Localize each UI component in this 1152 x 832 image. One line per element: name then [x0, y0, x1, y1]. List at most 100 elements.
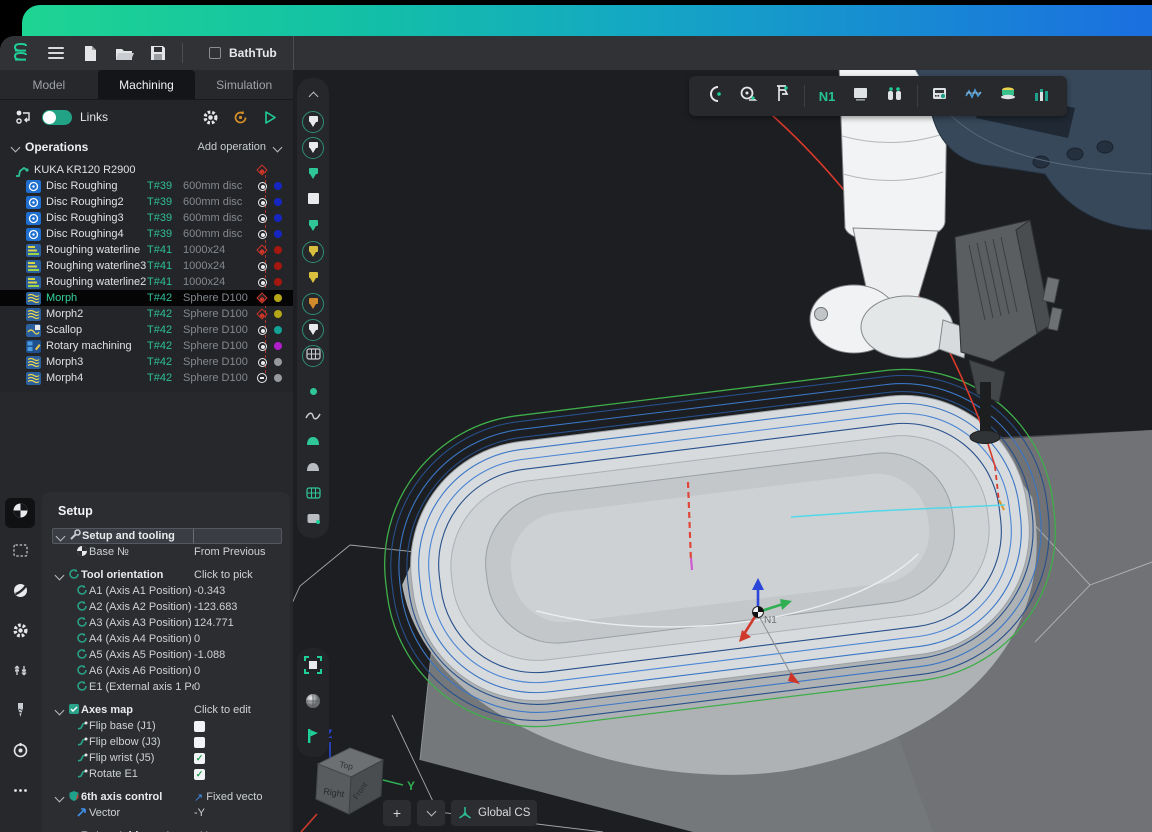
operation-status-icon[interactable]	[253, 358, 271, 367]
setup-row-rotary-table-vector[interactable]: Rotary table vector+Y	[52, 828, 282, 832]
square-block-tool-button[interactable]	[301, 188, 325, 211]
operation-color-dot[interactable]	[271, 374, 285, 382]
setup-row-value[interactable]: -1.088	[194, 649, 282, 661]
setup-row-a4-axis-a4-position-[interactable]: A4 (Axis A4 Position)0	[52, 631, 282, 647]
fit-view-button[interactable]	[304, 656, 322, 679]
add-operation-caret[interactable]	[273, 142, 283, 152]
setup-row-value[interactable]: Click to edit	[194, 704, 282, 716]
operation-color-dot[interactable]	[271, 198, 285, 206]
operation-status-icon[interactable]	[253, 214, 271, 223]
point-entity-button[interactable]	[301, 379, 325, 402]
links-settings-button[interactable]	[199, 106, 221, 128]
setup-row-value[interactable]: ✓	[194, 753, 282, 764]
setup-row-vector[interactable]: Vector-Y	[52, 805, 282, 821]
curve-entity-button[interactable]	[301, 405, 325, 428]
run-button[interactable]	[259, 106, 281, 128]
transform-tool-button[interactable]	[5, 658, 35, 688]
operation-row[interactable]: Morph3T#42Sphere D100	[0, 354, 293, 370]
more-options-button[interactable]	[5, 778, 35, 808]
viewport-3d[interactable]: N1 Z Y X Top Right Front N1 +	[293, 70, 1152, 832]
setup-row-value[interactable]: -Y	[194, 807, 282, 819]
checkbox-checked[interactable]: ✓	[194, 753, 205, 764]
operation-color-dot[interactable]	[271, 326, 285, 334]
setup-datum-button[interactable]	[5, 498, 35, 528]
operation-status-icon[interactable]	[253, 342, 271, 351]
global-cs-button[interactable]: Global CS	[451, 800, 537, 826]
turning-mode-button[interactable]	[5, 578, 35, 608]
add-cs-button[interactable]: +	[383, 800, 411, 826]
app-logo-icon[interactable]	[10, 41, 36, 65]
setup-row-value[interactable]: 0	[194, 665, 282, 677]
setup-row-chevron[interactable]	[52, 572, 66, 579]
save-file-button[interactable]	[144, 40, 172, 66]
caliper-tool-button[interactable]	[767, 81, 797, 111]
add-operation-button[interactable]: Add operation	[198, 141, 267, 153]
setup-row-e1-external-axis-1-position-[interactable]: E1 (External axis 1 Position)0	[52, 679, 282, 695]
operation-color-dot[interactable]	[271, 358, 285, 366]
signal-wave-tool-button[interactable]	[959, 81, 989, 111]
recalculate-button[interactable]	[229, 106, 251, 128]
operation-color-dot[interactable]	[271, 214, 285, 222]
teach-pendant-tool-button[interactable]	[925, 81, 955, 111]
setup-row-6th-axis-control[interactable]: 6th axis control↗Fixed vecto	[52, 789, 282, 805]
operation-status-icon[interactable]	[253, 182, 271, 191]
display-tool-button[interactable]	[846, 81, 876, 111]
solid-entity-button[interactable]	[301, 509, 325, 532]
setup-row-rotate-e1[interactable]: Rotate E1✓	[52, 766, 282, 782]
setup-row-value[interactable]: Click to pick	[194, 569, 282, 581]
face-mill-tool-button[interactable]	[301, 136, 325, 159]
disc-tool-button[interactable]	[301, 110, 325, 133]
setup-row-a1-axis-a1-position-[interactable]: A1 (Axis A1 Position)-0.343	[52, 583, 282, 599]
selection-box-button[interactable]	[5, 538, 35, 568]
arc-center-tool-button[interactable]	[699, 81, 729, 111]
probe-tool-button[interactable]	[5, 738, 35, 768]
operation-row[interactable]: Morph2T#42Sphere D100	[0, 306, 293, 322]
operation-row[interactable]: Roughing waterline2T#411000x24	[0, 274, 293, 290]
settings-gear-button[interactable]	[5, 618, 35, 648]
tab-simulation[interactable]: Simulation	[195, 70, 293, 99]
statistics-tool-button[interactable]	[1027, 81, 1057, 111]
operation-color-dot[interactable]	[271, 342, 285, 350]
drill-cycle-button[interactable]	[5, 698, 35, 728]
setup-row-a3-axis-a3-position-[interactable]: A3 (Axis A3 Position)124.771	[52, 615, 282, 631]
machine-row[interactable]: KUKA KR120 R2900	[0, 162, 293, 178]
checkbox-unchecked[interactable]	[194, 721, 205, 732]
surface-entity-button[interactable]	[301, 431, 325, 454]
links-toggle[interactable]	[42, 110, 72, 125]
operation-row[interactable]: Rotary machiningT#42Sphere D100	[0, 338, 293, 354]
main-menu-button[interactable]	[42, 40, 70, 66]
setup-row-value[interactable]: ✓	[194, 769, 282, 780]
setup-row-axes-map[interactable]: Axes mapClick to edit	[52, 702, 282, 718]
setup-row-chevron[interactable]	[52, 794, 66, 801]
operation-status-icon[interactable]	[253, 278, 271, 287]
operation-color-dot[interactable]	[271, 294, 285, 302]
checkbox-unchecked[interactable]	[194, 737, 205, 748]
operation-row[interactable]: Roughing waterline3T#411000x24	[0, 258, 293, 274]
setup-row-value[interactable]: 0	[194, 681, 282, 693]
setup-row-value[interactable]: ↗Fixed vecto	[194, 791, 282, 804]
setup-row-a6-axis-a6-position-[interactable]: A6 (Axis A6 Position)0	[52, 663, 282, 679]
setup-row-value[interactable]: -0.343	[194, 585, 282, 597]
operations-collapse-chevron[interactable]	[11, 142, 21, 152]
setup-row-setup-and-tooling[interactable]: Setup and tooling	[52, 528, 282, 544]
setup-row-value[interactable]: 0	[194, 633, 282, 645]
cs-dropdown-button[interactable]	[417, 800, 445, 826]
tab-machining[interactable]: Machining	[98, 70, 196, 99]
operation-status-icon[interactable]	[253, 198, 271, 207]
shaded-view-button[interactable]	[305, 693, 321, 714]
setup-row-value[interactable]: -123.683	[194, 601, 282, 613]
operation-status-icon[interactable]	[253, 373, 271, 383]
setup-row-flip-elbow-j3-[interactable]: Flip elbow (J3)	[52, 734, 282, 750]
setup-row-flip-wrist-j5-[interactable]: Flip wrist (J5)✓	[52, 750, 282, 766]
tap-tool-button[interactable]	[301, 292, 325, 315]
new-file-button[interactable]	[76, 40, 104, 66]
operation-row[interactable]: Disc RoughingT#39600mm disc	[0, 178, 293, 194]
measure-tape-tool-button[interactable]	[733, 81, 763, 111]
spot-drill-tool-button[interactable]	[301, 240, 325, 263]
operation-row[interactable]: Disc Roughing3T#39600mm disc	[0, 210, 293, 226]
operation-row[interactable]: MorphT#42Sphere D100	[0, 290, 293, 306]
setup-row-flip-base-j1-[interactable]: Flip base (J1)	[52, 718, 282, 734]
operation-status-icon[interactable]	[253, 326, 271, 335]
operation-color-dot[interactable]	[271, 182, 285, 190]
operation-color-dot[interactable]	[271, 230, 285, 238]
